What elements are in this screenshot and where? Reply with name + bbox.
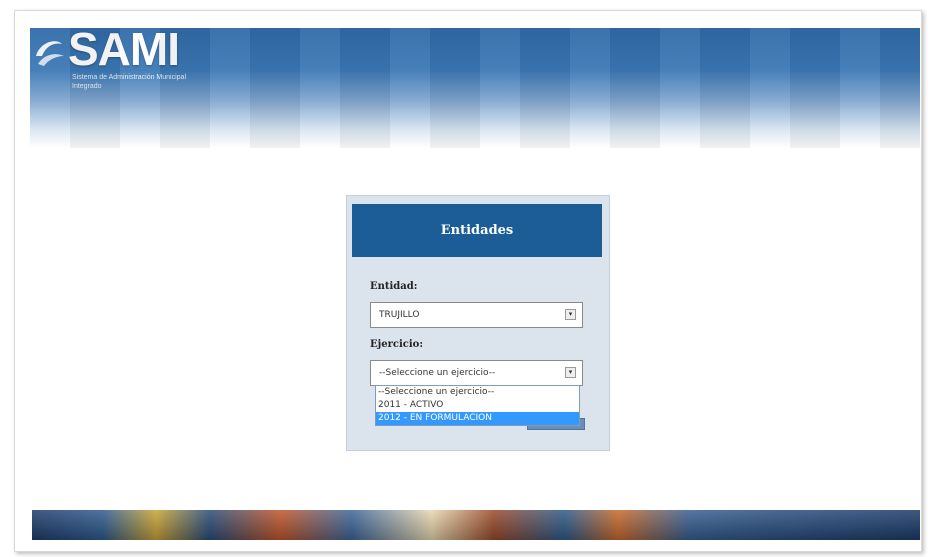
dropdown-arrow-icon[interactable]: ▾ [565, 309, 576, 320]
logo-subtitle: Sistema de Administración Municipal Inte… [72, 74, 186, 90]
dropdown-option-selected[interactable]: 2012 - EN FORMULACION [376, 412, 579, 425]
app-header-banner: SAMI Sistema de Administración Municipal… [30, 28, 920, 148]
logo-text: SAMI [68, 28, 180, 75]
ejercicio-label: Ejercicio: [370, 339, 424, 350]
logo-swirl-icon [36, 41, 64, 66]
ejercicio-select-value: --Seleccione un ejercicio-- [379, 368, 496, 378]
ejercicio-select[interactable]: --Seleccione un ejercicio-- ▾ [370, 360, 583, 386]
entidad-select[interactable]: TRUJILLO ▾ [370, 302, 583, 328]
entidad-label: Entidad: [370, 281, 418, 292]
dropdown-arrow-icon[interactable]: ▾ [565, 367, 576, 378]
footer-banner [32, 510, 920, 540]
dropdown-option[interactable]: 2011 - ACTIVO [376, 399, 579, 412]
entities-panel: Entidades Entidad: TRUJILLO ▾ Ejercicio:… [346, 195, 610, 451]
dropdown-option[interactable]: --Seleccione un ejercicio-- [376, 386, 579, 399]
ejercicio-dropdown-list[interactable]: --Seleccione un ejercicio-- 2011 - ACTIV… [375, 385, 580, 426]
panel-title: Entidades [352, 204, 602, 257]
entidad-select-value: TRUJILLO [379, 310, 420, 320]
